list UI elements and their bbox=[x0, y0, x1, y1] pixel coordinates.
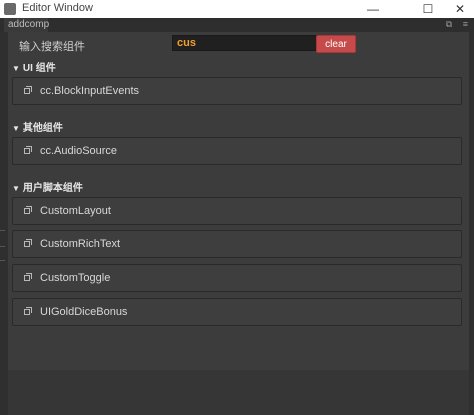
section-title: 其他组件 bbox=[22, 123, 63, 134]
component-icon bbox=[24, 239, 32, 247]
tab-addcomp[interactable]: addcomp bbox=[4, 18, 49, 32]
component-label: CustomToggle bbox=[40, 272, 111, 284]
bottom-area bbox=[8, 370, 469, 415]
search-label: 输入搜索组件 bbox=[19, 41, 85, 53]
component-icon bbox=[24, 86, 32, 94]
component-icon bbox=[24, 273, 32, 281]
divider bbox=[0, 260, 5, 261]
component-icon bbox=[24, 307, 32, 315]
component-panel: 输入搜索组件 cus clear ▼ UI 组件 cc.BlockInputEve… bbox=[8, 32, 469, 370]
section-title: 用户脚本组件 bbox=[22, 183, 83, 194]
minimize-button[interactable]: — bbox=[359, 0, 387, 18]
triangle-down-icon: ▼ bbox=[12, 124, 20, 133]
clear-button[interactable]: clear bbox=[316, 35, 356, 53]
component-label: CustomRichText bbox=[40, 238, 121, 250]
component-item[interactable]: cc.BlockInputEvents bbox=[12, 77, 462, 105]
menu-icon[interactable]: ≡ bbox=[463, 19, 468, 29]
triangle-down-icon: ▼ bbox=[12, 64, 20, 73]
component-item[interactable]: CustomRichText bbox=[12, 230, 462, 258]
popout-icon[interactable]: ⧉ bbox=[446, 19, 452, 29]
right-panel-edge bbox=[469, 32, 474, 415]
section-header-ui[interactable]: ▼ UI 组件 bbox=[12, 59, 56, 74]
section-title: UI 组件 bbox=[22, 63, 56, 74]
tab-strip: addcomp ⧉ ≡ bbox=[0, 18, 474, 33]
app-icon bbox=[4, 3, 16, 15]
component-label: cc.BlockInputEvents bbox=[40, 85, 140, 97]
maximize-button[interactable]: ☐ bbox=[414, 0, 442, 18]
window-title: Editor Window bbox=[22, 2, 93, 14]
search-input[interactable]: cus bbox=[172, 35, 326, 51]
component-label: CustomLayout bbox=[40, 205, 111, 217]
tab-tools: ⧉ ≡ bbox=[438, 19, 468, 30]
section-header-other[interactable]: ▼ 其他组件 bbox=[12, 119, 63, 134]
component-item[interactable]: CustomToggle bbox=[12, 264, 462, 292]
divider bbox=[0, 230, 5, 231]
editor-window: Editor Window — ☐ ✕ addcomp ⧉ ≡ 输入搜索组件 c… bbox=[0, 0, 474, 415]
component-item[interactable]: CustomLayout bbox=[12, 197, 462, 225]
close-button[interactable]: ✕ bbox=[446, 0, 474, 18]
divider bbox=[0, 246, 5, 247]
triangle-down-icon: ▼ bbox=[12, 184, 20, 193]
component-label: cc.AudioSource bbox=[40, 145, 118, 157]
component-icon bbox=[24, 146, 32, 154]
section-header-user-scripts[interactable]: ▼ 用户脚本组件 bbox=[12, 179, 83, 194]
component-label: UIGoldDiceBonus bbox=[40, 306, 128, 318]
component-item[interactable]: cc.AudioSource bbox=[12, 137, 462, 165]
title-bar: Editor Window — ☐ ✕ bbox=[0, 0, 474, 18]
component-icon bbox=[24, 206, 32, 214]
component-item[interactable]: UIGoldDiceBonus bbox=[12, 298, 462, 326]
left-panel-edge bbox=[0, 32, 8, 415]
